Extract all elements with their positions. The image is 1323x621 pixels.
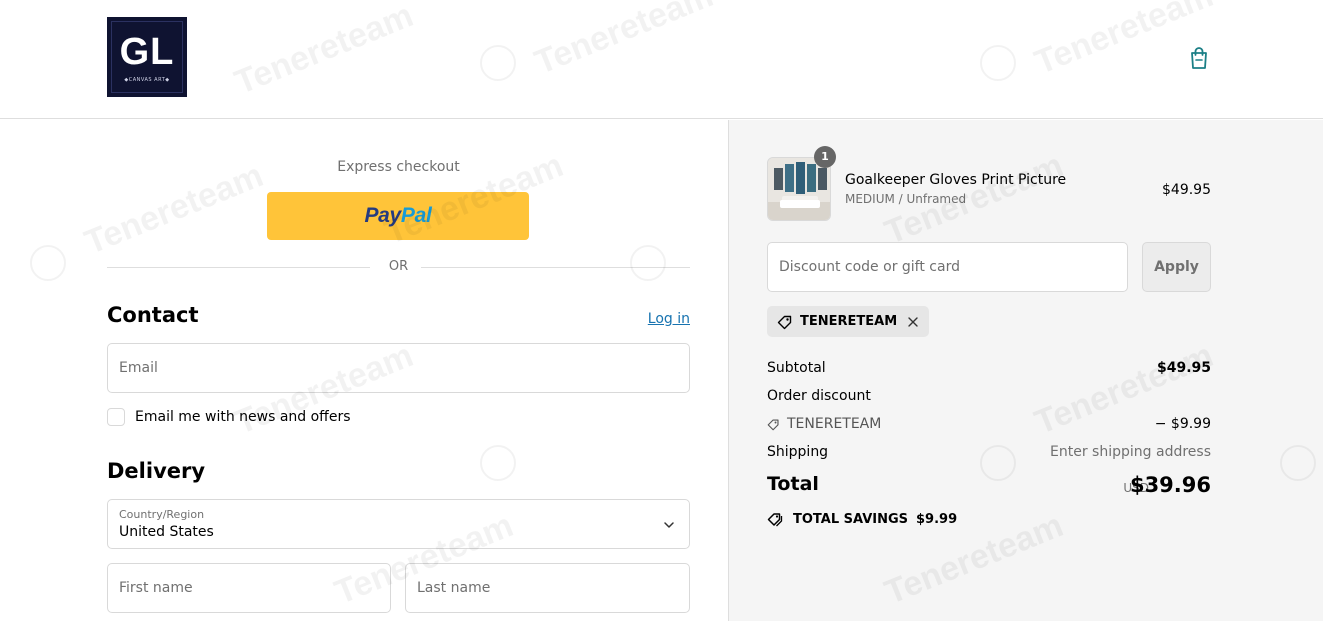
first-name-input[interactable] xyxy=(108,564,390,612)
tag-icon xyxy=(777,315,792,329)
newsletter-label: Email me with news and offers xyxy=(135,409,351,425)
shipping-label: Shipping xyxy=(767,444,829,460)
site-header: GL ◆CANVAS ART◆ xyxy=(0,0,1323,119)
paypal-button[interactable]: PayPal xyxy=(267,192,529,240)
discount-field[interactable] xyxy=(767,242,1128,292)
total-label: Total xyxy=(767,473,819,495)
subtotal-value: $49.95 xyxy=(1156,360,1211,376)
store-logo[interactable]: GL ◆CANVAS ART◆ xyxy=(107,17,187,97)
paypal-logo-pal: Pal xyxy=(400,204,432,227)
checkout-form: Express checkout PayPal OR Contact Log i… xyxy=(0,120,728,621)
discount-input[interactable] xyxy=(768,243,1127,291)
paypal-logo: PayPal xyxy=(364,204,431,228)
newsletter-option[interactable]: Email me with news and offers xyxy=(107,407,351,427)
delivery-heading: Delivery xyxy=(107,459,206,483)
login-link[interactable]: Log in xyxy=(640,311,690,327)
quantity-badge: 1 xyxy=(814,146,836,168)
shipping-row: Shipping Enter shipping address xyxy=(767,444,1211,464)
shopping-bag-icon[interactable] xyxy=(1188,46,1210,70)
subtotal-row: Subtotal $49.95 xyxy=(767,360,1211,380)
logo-subtext: ◆CANVAS ART◆ xyxy=(124,77,170,83)
discount-code-label: TENERETEAM xyxy=(787,416,882,432)
email-input[interactable] xyxy=(108,344,689,392)
savings-tag-icon xyxy=(767,513,783,527)
product-price: $49.95 xyxy=(1162,182,1211,198)
savings-label: TOTAL SAVINGS xyxy=(793,512,909,527)
last-name-input[interactable] xyxy=(406,564,689,612)
savings-value: $9.99 xyxy=(916,512,958,527)
contact-heading: Contact xyxy=(107,303,199,327)
order-discount-row: Order discount xyxy=(767,388,1211,408)
subtotal-label: Subtotal xyxy=(767,360,826,376)
country-caption: Country/Region xyxy=(119,508,205,521)
product-name: Goalkeeper Gloves Print Picture xyxy=(845,172,1067,188)
product-variant: MEDIUM / Unframed xyxy=(845,192,967,206)
applied-code-text: TENERETEAM xyxy=(800,314,898,329)
first-name-field[interactable] xyxy=(107,563,391,613)
discount-code-label-wrap: TENERETEAM xyxy=(767,416,881,432)
express-checkout-label: Express checkout xyxy=(337,159,460,175)
logo-text: GL xyxy=(119,31,175,73)
total-savings: TOTAL SAVINGS $9.99 xyxy=(767,512,957,527)
newsletter-checkbox[interactable] xyxy=(107,408,125,426)
applied-discount-chip: TENERETEAM xyxy=(767,306,930,337)
last-name-field[interactable] xyxy=(405,563,690,613)
total-row: Total USD $39.96 xyxy=(767,473,1211,503)
discount-code-row: TENERETEAM − $9.99 xyxy=(767,416,1211,436)
total-value: $39.96 xyxy=(1129,473,1211,497)
paypal-logo-pay: Pay xyxy=(364,204,401,227)
order-discount-label: Order discount xyxy=(767,388,871,404)
country-value: United States xyxy=(119,524,214,540)
tag-icon xyxy=(767,418,779,430)
chevron-down-icon xyxy=(664,522,674,528)
apply-button[interactable]: Apply xyxy=(1142,242,1211,292)
discount-value: − $9.99 xyxy=(1154,416,1211,432)
country-select[interactable]: Country/Region United States xyxy=(107,499,690,549)
close-icon[interactable] xyxy=(907,316,919,328)
or-text: OR xyxy=(388,259,409,274)
or-divider: OR xyxy=(107,259,690,277)
shipping-value: Enter shipping address xyxy=(1050,444,1211,460)
email-field[interactable] xyxy=(107,343,690,393)
order-summary: 1 Goalkeeper Gloves Print Picture MEDIUM… xyxy=(728,120,1323,621)
